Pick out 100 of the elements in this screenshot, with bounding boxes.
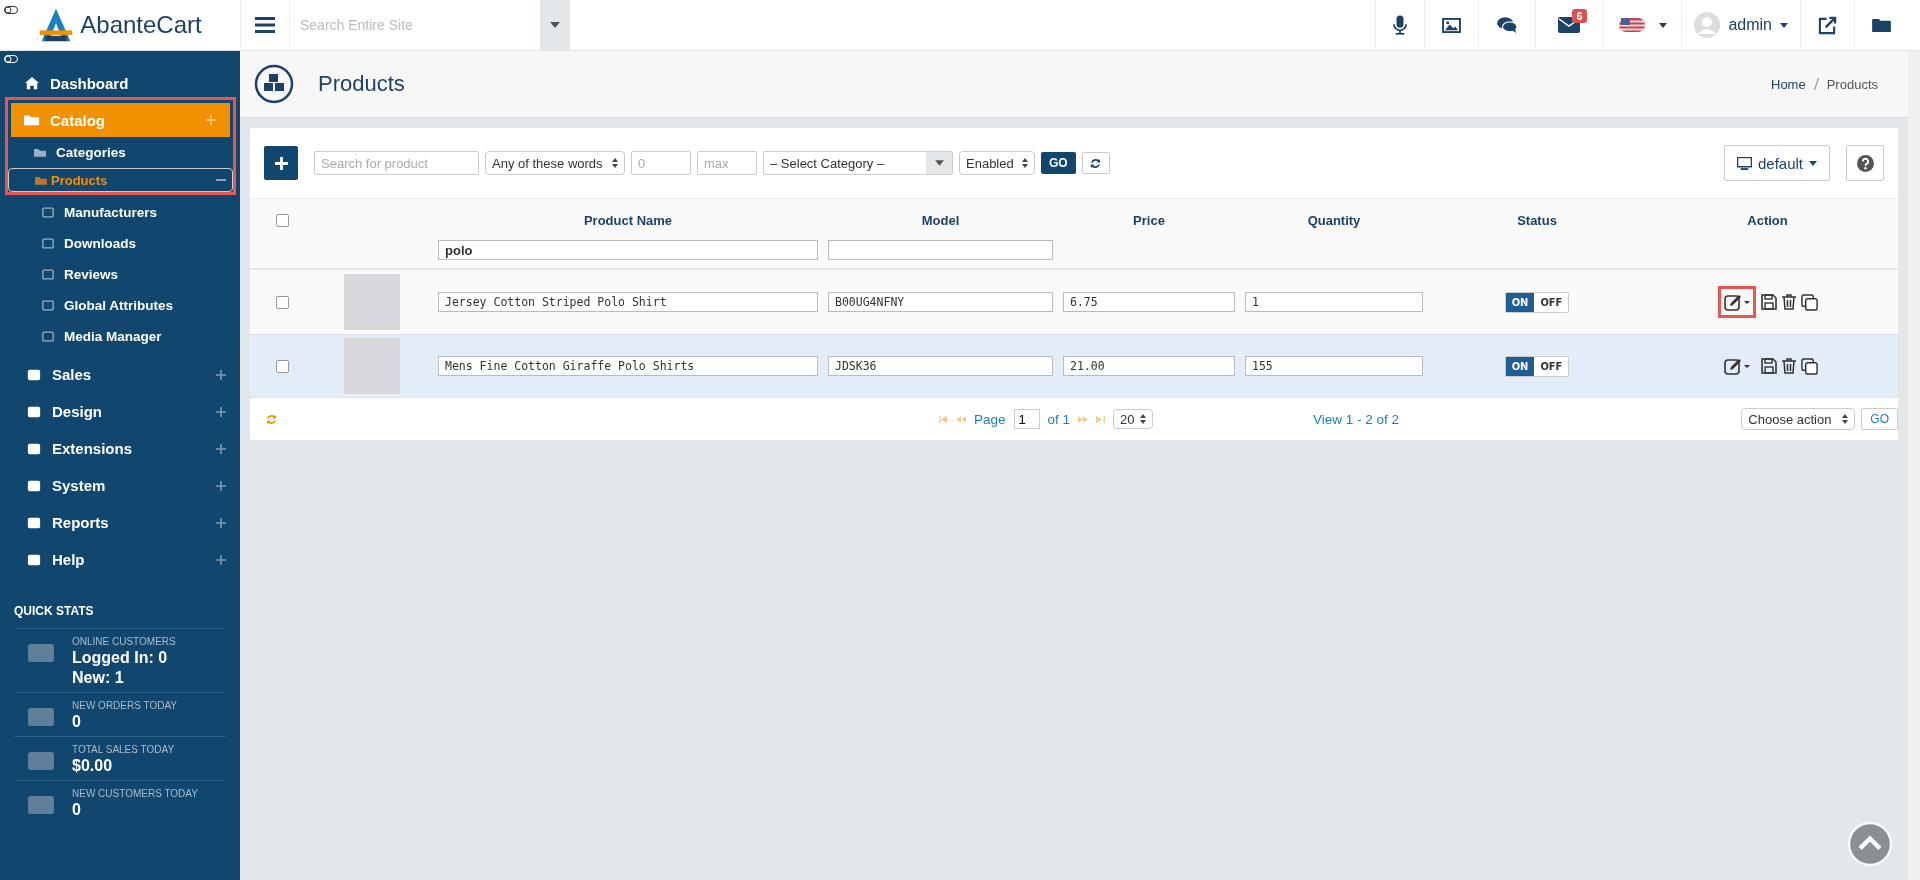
caret-icon: [1780, 22, 1788, 28]
photo-placeholder: [344, 274, 400, 330]
home-icon: [24, 76, 40, 90]
sidebar-item[interactable]: Help: [0, 541, 240, 578]
save-icon[interactable]: [1760, 358, 1777, 374]
column-header[interactable]: Quantity: [1245, 213, 1423, 228]
submenu-icon: [42, 238, 54, 249]
sidebar-item[interactable]: Extensions: [0, 430, 240, 467]
caret-icon: [1659, 22, 1668, 28]
view-dropdown-button[interactable]: default: [1723, 145, 1830, 181]
column-header[interactable]: Price: [1063, 213, 1235, 228]
model-field[interactable]: JDSK36: [828, 356, 1053, 376]
caret-icon: [934, 160, 944, 166]
status-switch[interactable]: ON OFF: [1504, 355, 1570, 377]
plus-icon: [216, 443, 226, 454]
row-checkbox[interactable]: [275, 359, 289, 373]
sidebar-subitem[interactable]: Global Attributes: [0, 290, 240, 321]
min-price-field[interactable]: 0: [631, 151, 691, 175]
stat-label: TOTAL SALES TODAY: [72, 744, 175, 755]
delete-icon[interactable]: [1781, 294, 1796, 310]
save-icon[interactable]: [1760, 294, 1777, 310]
sidebar-item[interactable]: Sales: [0, 356, 240, 393]
page-count: of 1: [1047, 411, 1071, 427]
caret-icon: [1809, 160, 1817, 166]
go-button[interactable]: GO: [1041, 152, 1076, 174]
menu-button[interactable]: [240, 0, 290, 50]
copy-icon[interactable]: [1800, 293, 1818, 311]
column-header[interactable]: Product Name: [438, 213, 818, 228]
add-button[interactable]: [264, 146, 298, 180]
stat-value: New: 1: [72, 669, 125, 687]
plus-icon: [216, 406, 226, 417]
refresh-icon: [1090, 157, 1102, 169]
plus-icon: [216, 554, 226, 565]
match-select[interactable]: Any of these words: [485, 151, 625, 175]
sidebar-subitem[interactable]: Products: [8, 168, 233, 192]
menu-item-icon: [26, 478, 42, 493]
quantity-field[interactable]: 155: [1245, 356, 1423, 376]
separator-icon: [1813, 78, 1819, 90]
column-header[interactable]: Action: [1651, 213, 1884, 228]
up-down-arrows-icon: [1140, 414, 1147, 424]
menu-item-icon: [26, 367, 42, 382]
plus-icon: [274, 156, 288, 170]
sidebar-subitem[interactable]: Reviews: [0, 259, 240, 290]
quantity-field[interactable]: 1: [1245, 292, 1423, 312]
page-title: Products: [318, 71, 406, 97]
photo-placeholder: [344, 338, 400, 394]
stat-label: ONLINE CUSTOMERS: [72, 636, 176, 647]
minus-icon: [216, 179, 226, 181]
sidebar-subitem[interactable]: Media Manager: [0, 321, 240, 352]
up-down-arrows-icon: [612, 158, 618, 168]
product-search-field[interactable]: Search for product: [314, 151, 479, 175]
breadcrumb-item[interactable]: Home: [1771, 76, 1806, 92]
category-select[interactable]: – Select Category –: [763, 151, 953, 175]
rows-per-page-select[interactable]: 20: [1113, 409, 1154, 429]
page-number-field[interactable]: 1: [1013, 409, 1040, 429]
copy-icon[interactable]: [1800, 357, 1818, 375]
apply-action-button[interactable]: GO: [1861, 408, 1898, 430]
model-filter-field[interactable]: [828, 240, 1053, 260]
submenu-icon: [34, 147, 46, 158]
stat-label: NEW CUSTOMERS TODAY: [72, 788, 198, 799]
status-switch[interactable]: ON OFF: [1504, 291, 1570, 313]
sidebar-subitem[interactable]: Manufacturers: [0, 197, 240, 228]
edit-icon[interactable]: [1717, 286, 1756, 318]
sidebar-item[interactable]: Dashboard: [0, 69, 240, 97]
delete-icon[interactable]: [1781, 358, 1796, 374]
menu-item-icon: [26, 404, 42, 419]
scroll-to-top-icon[interactable]: [1848, 822, 1892, 866]
sidebar-item[interactable]: Design: [0, 393, 240, 430]
menu-icon: [255, 17, 275, 33]
up-down-arrows-icon: [1842, 414, 1849, 424]
name-field[interactable]: Jersey Cotton Striped Polo Shirt: [438, 292, 818, 312]
max-price-field[interactable]: max: [697, 151, 757, 175]
stat-value: Logged In: 0: [72, 649, 169, 667]
sidebar-item[interactable]: Reports: [0, 504, 240, 541]
boxes-icon: [254, 64, 294, 104]
sidebar-subitem[interactable]: Categories: [8, 137, 233, 168]
column-header[interactable]: Model: [828, 213, 1053, 228]
model-field[interactable]: B00UG4NFNY: [828, 292, 1053, 312]
help-icon[interactable]: [1846, 145, 1884, 181]
name-field[interactable]: Mens Fine Cotton Giraffe Polo Shirts: [438, 356, 818, 376]
select-all-checkbox[interactable]: [275, 214, 289, 227]
scrollbar[interactable]: [1908, 51, 1920, 880]
status-select[interactable]: Enabled: [959, 151, 1035, 175]
toggle-icon[interactable]: [4, 6, 18, 14]
refresh-button[interactable]: [1081, 152, 1110, 174]
record-count: View 1 - 2 of 2: [1313, 411, 1400, 427]
avatar-icon: [1694, 12, 1721, 38]
column-header[interactable]: Status: [1433, 213, 1641, 228]
folder-icon: [24, 113, 40, 127]
up-down-arrows-icon: [1022, 158, 1028, 168]
breadcrumb-item[interactable]: Products: [1826, 76, 1878, 92]
sidebar-subitem[interactable]: Downloads: [0, 228, 240, 259]
sidebar-item[interactable]: System: [0, 467, 240, 504]
bulk-action-select[interactable]: Choose action: [1741, 408, 1856, 430]
row-checkbox[interactable]: [275, 295, 289, 309]
price-field[interactable]: 21.00: [1063, 356, 1235, 376]
name-filter-field[interactable]: polo: [438, 240, 818, 260]
plus-icon: [216, 480, 226, 491]
price-field[interactable]: 6.75: [1063, 292, 1235, 312]
stat-label: NEW ORDERS TODAY: [72, 700, 177, 711]
